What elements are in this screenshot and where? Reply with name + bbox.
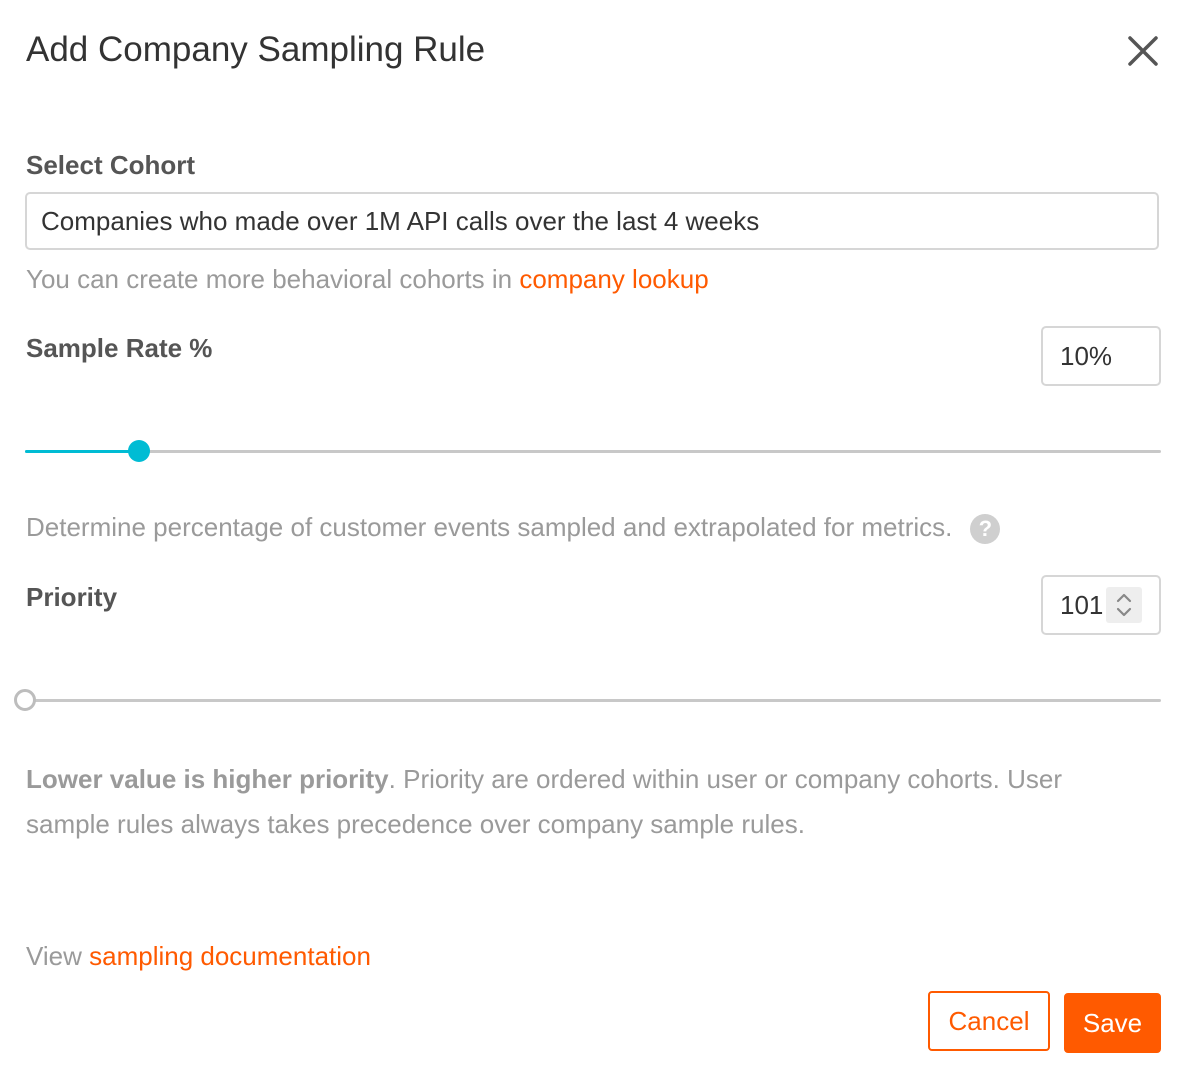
- cohort-select[interactable]: Companies who made over 1M API calls ove…: [25, 192, 1159, 250]
- documentation-line: View sampling documentation: [26, 941, 371, 972]
- add-sampling-rule-dialog: Add Company Sampling Rule Select Cohort …: [0, 0, 1185, 1079]
- priority-note: Lower value is higher priority. Priority…: [26, 757, 1146, 847]
- priority-note-bold: Lower value is higher priority: [26, 764, 389, 794]
- sampling-documentation-link[interactable]: sampling documentation: [89, 941, 371, 971]
- priority-value: 101: [1060, 590, 1104, 620]
- question-mark-icon[interactable]: ?: [970, 514, 1001, 545]
- cohort-help-text: You can create more behavioral cohorts i…: [26, 264, 709, 295]
- select-cohort-label: Select Cohort: [26, 150, 196, 180]
- dialog-title: Add Company Sampling Rule: [26, 30, 486, 69]
- priority-slider[interactable]: [14, 689, 1161, 711]
- up-down-chevron-icon: [1116, 593, 1132, 617]
- cohort-select-value: Companies who made over 1M API calls ove…: [41, 206, 760, 236]
- close-icon: [1128, 36, 1158, 66]
- close-button[interactable]: [1122, 30, 1164, 72]
- sample-rate-input[interactable]: 10%: [1041, 326, 1161, 386]
- sample-rate-description: Determine percentage of customer events …: [26, 512, 1001, 545]
- cohort-help-prefix: You can create more behavioral cohorts i…: [26, 264, 520, 294]
- sample-rate-slider[interactable]: [25, 440, 1161, 462]
- priority-input[interactable]: 101: [1041, 575, 1161, 635]
- priority-label: Priority: [26, 582, 118, 612]
- save-button[interactable]: Save: [1064, 993, 1161, 1053]
- company-lookup-link[interactable]: company lookup: [519, 264, 708, 294]
- sample-rate-slider-fill: [25, 450, 139, 453]
- priority-spinner[interactable]: [1106, 587, 1142, 623]
- view-prefix: View: [26, 941, 90, 971]
- priority-slider-thumb[interactable]: [14, 689, 36, 711]
- sample-rate-slider-thumb[interactable]: [127, 440, 150, 462]
- sample-rate-label: Sample Rate %: [26, 333, 213, 363]
- sample-rate-description-text: Determine percentage of customer events …: [26, 512, 953, 542]
- sample-rate-value: 10%: [1060, 341, 1113, 371]
- cancel-button[interactable]: Cancel: [928, 991, 1050, 1051]
